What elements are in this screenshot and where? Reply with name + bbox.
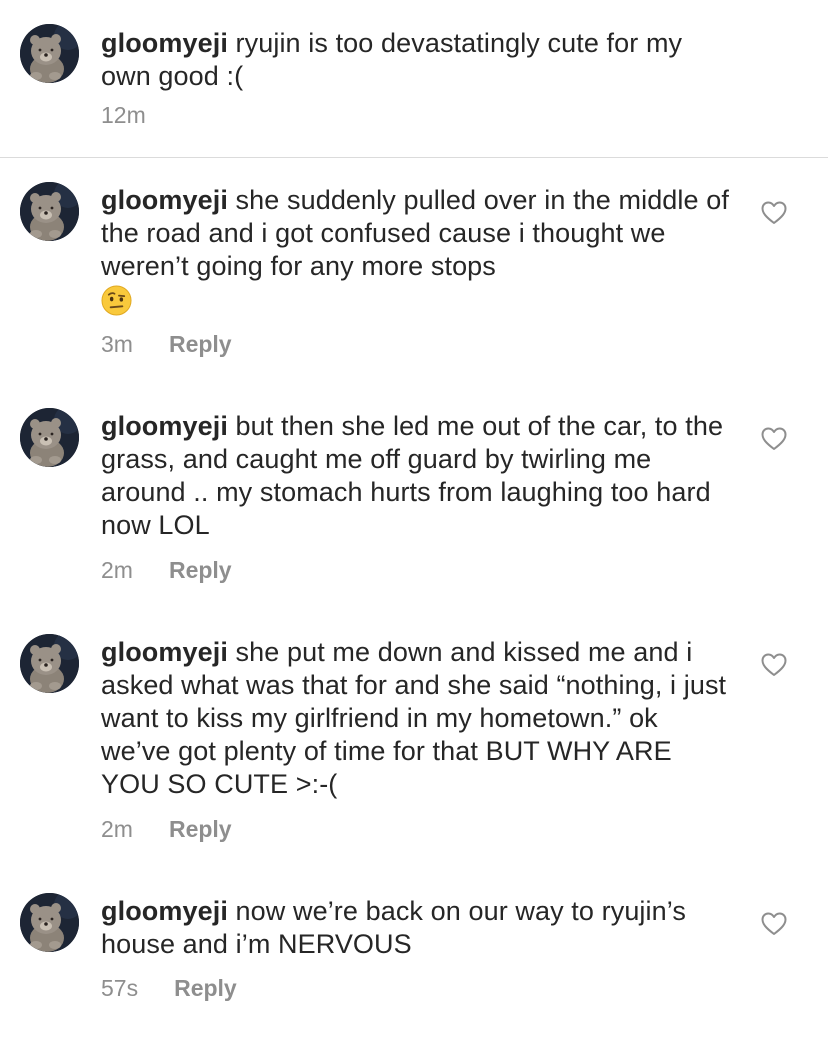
comment-username[interactable]: gloomyeji xyxy=(101,411,228,441)
caption-timestamp: 12m xyxy=(101,102,146,128)
heart-outline-icon[interactable] xyxy=(761,427,787,451)
comment-meta: 3m Reply xyxy=(101,330,232,358)
bear-avatar-icon xyxy=(20,24,79,83)
commenter-avatar[interactable] xyxy=(20,408,79,467)
commenter-avatar[interactable] xyxy=(20,182,79,241)
comment-timestamp: 2m xyxy=(101,557,133,583)
caption-text: gloomyeji ryujin is too devastatingly cu… xyxy=(101,27,731,93)
face-with-raised-eyebrow-icon xyxy=(101,285,132,316)
caption-username[interactable]: gloomyeji xyxy=(101,28,228,58)
heart-outline-icon[interactable] xyxy=(761,912,787,936)
comment-timestamp: 2m xyxy=(101,816,133,842)
bear-avatar-icon xyxy=(20,893,79,952)
comment-text: gloomyeji now we’re back on our way to r… xyxy=(101,895,731,961)
reply-button[interactable]: Reply xyxy=(169,556,232,584)
bear-avatar-icon xyxy=(20,182,79,241)
comment-text: gloomyeji she suddenly pulled over in th… xyxy=(101,184,731,316)
comment-meta: 57s Reply xyxy=(101,974,237,1002)
commenter-avatar[interactable] xyxy=(20,893,79,952)
bear-avatar-icon xyxy=(20,634,79,693)
reply-button[interactable]: Reply xyxy=(169,330,232,358)
comment-username[interactable]: gloomyeji xyxy=(101,896,228,926)
heart-outline-icon[interactable] xyxy=(761,653,787,677)
commenter-avatar[interactable] xyxy=(20,634,79,693)
reply-button[interactable]: Reply xyxy=(174,974,237,1002)
comment-timestamp: 3m xyxy=(101,331,133,357)
bear-avatar-icon xyxy=(20,408,79,467)
caption-meta: 12m xyxy=(101,101,146,129)
caption: gloomyeji ryujin is too devastatingly cu… xyxy=(0,0,828,158)
comment-meta: 2m Reply xyxy=(101,556,232,584)
comment-text: gloomyeji but then she led me out of the… xyxy=(101,410,731,542)
comment-username[interactable]: gloomyeji xyxy=(101,185,228,215)
comment-text: gloomyeji she put me down and kissed me … xyxy=(101,636,731,801)
comment-username[interactable]: gloomyeji xyxy=(101,637,228,667)
heart-outline-icon[interactable] xyxy=(761,201,787,225)
reply-button[interactable]: Reply xyxy=(169,815,232,843)
comment-timestamp: 57s xyxy=(101,975,139,1001)
comment-meta: 2m Reply xyxy=(101,815,232,843)
profile-avatar[interactable] xyxy=(20,24,79,83)
